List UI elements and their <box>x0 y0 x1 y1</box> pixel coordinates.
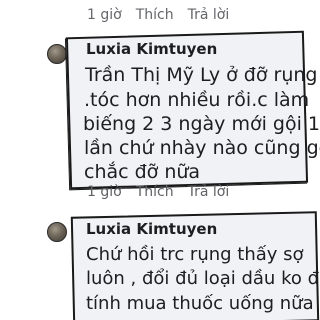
comment-text-line: lần chứ nhày nào cũng gội <box>84 137 320 159</box>
comment-actions-top: 1 giờ Thích Trả lời <box>87 8 229 22</box>
comment-text-line: Chứ hồi trc rụng thấy sợ <box>86 244 304 265</box>
avatar[interactable] <box>47 44 67 64</box>
comment-text-line: .tóc hơn nhiều rồi.c làm <box>84 89 310 111</box>
comment-time: 1 giờ <box>87 184 122 200</box>
reply-button[interactable]: Trả lời <box>188 8 230 22</box>
comment-text-line: luôn , đổi đủ loại dầu ko đỡ <box>86 268 320 289</box>
comment-time: 1 giờ <box>87 7 122 23</box>
reply-button[interactable]: Trả lời <box>188 185 230 199</box>
comment-author[interactable]: Luxia Kimtuyen <box>86 220 217 238</box>
like-button[interactable]: Thích <box>136 185 174 199</box>
comment-actions: 1 giờ Thích Trả lời <box>87 185 229 199</box>
comment-text-line: chắc đỡ nữa <box>84 161 201 183</box>
comment-text-line: tính mua thuốc uống nữa <box>86 293 314 314</box>
avatar[interactable] <box>47 222 67 242</box>
comment-text-line: biếng 2 3 ngày mới gội 1 <box>83 113 320 135</box>
comment-author[interactable]: Luxia Kimtuyen <box>86 40 217 58</box>
comment-text-line: Trần Thị Mỹ Ly ở đỡ rụng <box>85 64 318 86</box>
like-button[interactable]: Thích <box>136 8 174 22</box>
